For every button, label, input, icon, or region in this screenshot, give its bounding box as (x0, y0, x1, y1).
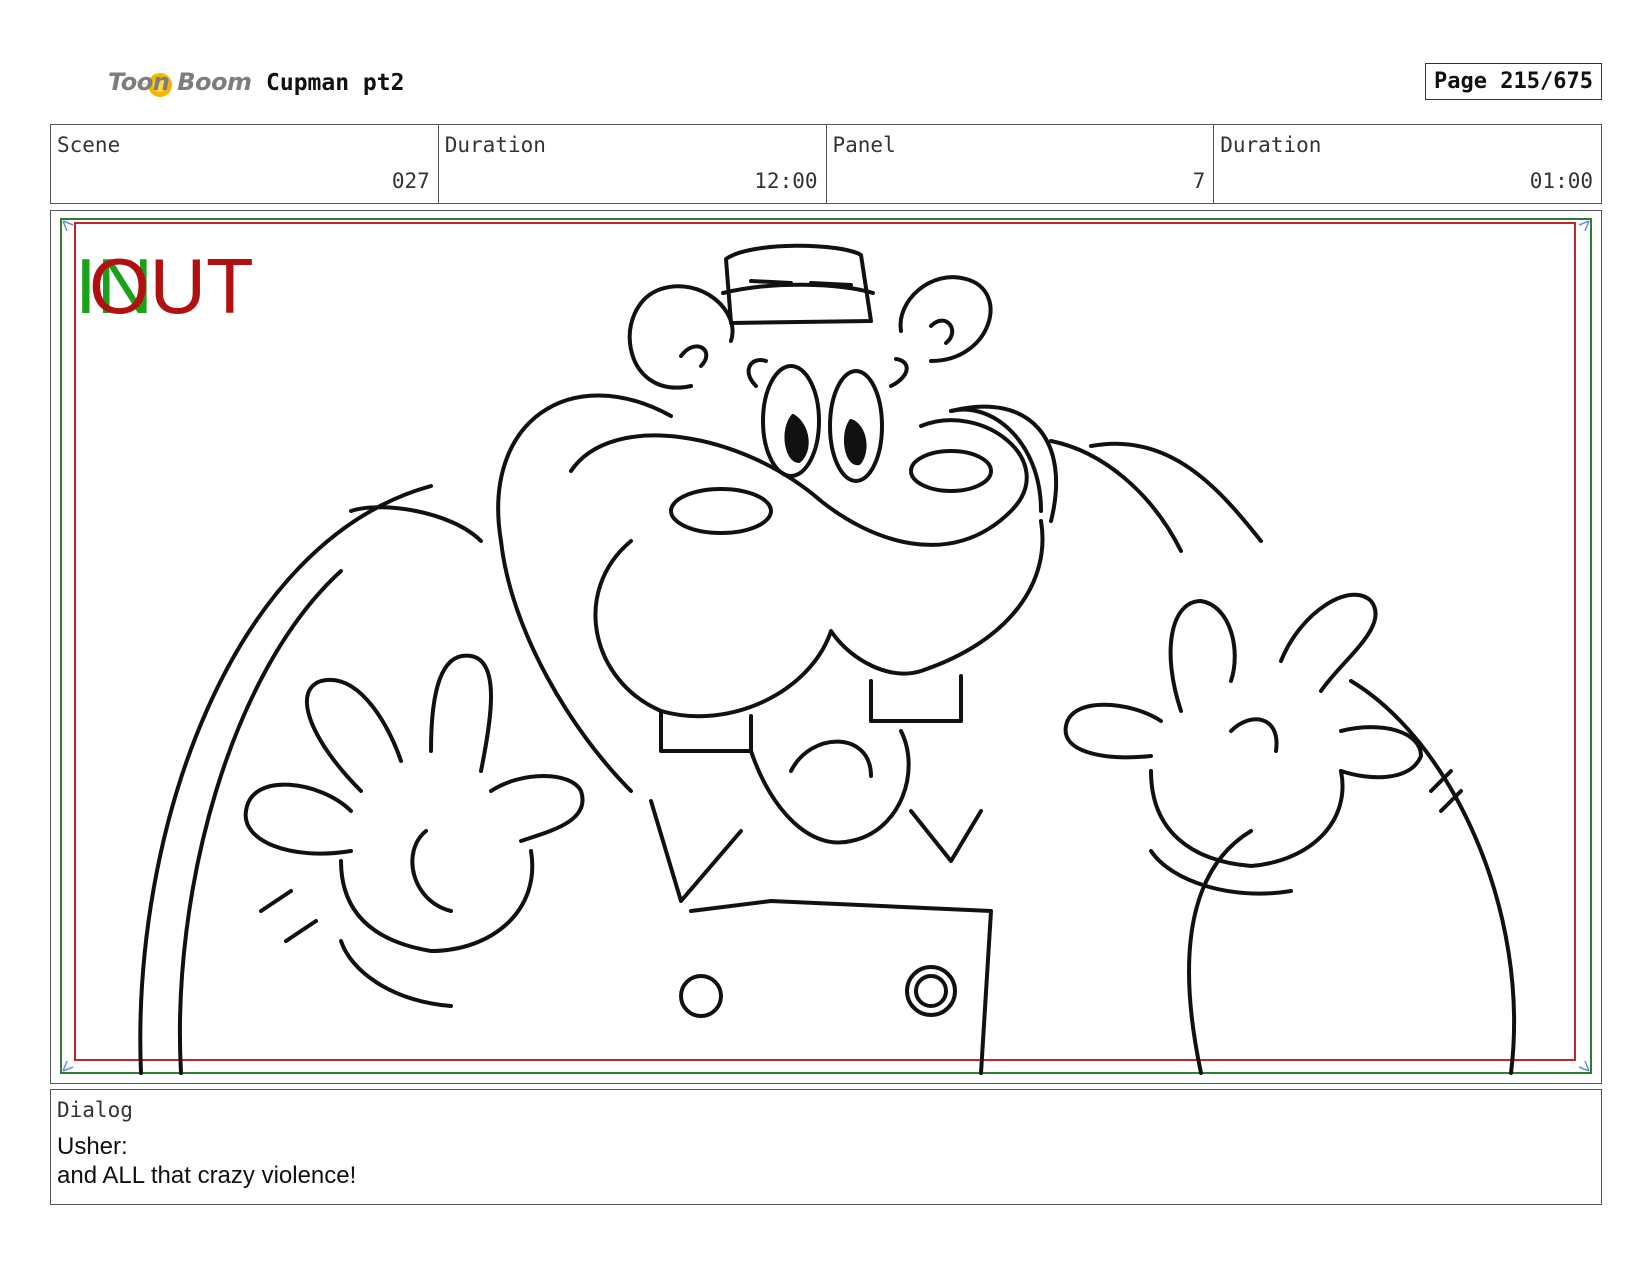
scene-info-table: Scene 027 Duration 12:00 Panel 7 Duratio… (50, 124, 1602, 204)
scene-value: 027 (391, 169, 430, 193)
panel-cell: Panel 7 (827, 125, 1215, 203)
scene-label: Scene (57, 133, 121, 157)
storyboard-panel: IN OUT (50, 210, 1602, 1084)
character-sketch (138, 243, 1517, 1075)
out-marker: OUT (89, 242, 254, 330)
scene-duration-value: 12:00 (754, 169, 818, 193)
panel-value: 7 (1192, 169, 1206, 193)
panel-label: Panel (832, 133, 896, 157)
panel-duration-cell: Duration 01:00 (1214, 125, 1601, 203)
panel-drawing: IN OUT (60, 218, 1592, 1075)
logo-text: Toon Boom (108, 68, 252, 96)
project-title: Cupman pt2 (266, 70, 405, 96)
scene-cell: Scene 027 (51, 125, 439, 203)
dialog-text: Usher: and ALL that crazy violence! (57, 1133, 357, 1189)
scene-duration-cell: Duration 12:00 (439, 125, 827, 203)
scene-duration-label: Duration (444, 133, 546, 157)
page-indicator: Page 215/675 (1425, 63, 1602, 100)
panel-duration-label: Duration (1220, 133, 1322, 157)
dialog-box: Dialog Usher: and ALL that crazy violenc… (50, 1089, 1602, 1205)
dialog-label: Dialog (57, 1098, 133, 1122)
panel-duration-value: 01:00 (1529, 169, 1593, 193)
